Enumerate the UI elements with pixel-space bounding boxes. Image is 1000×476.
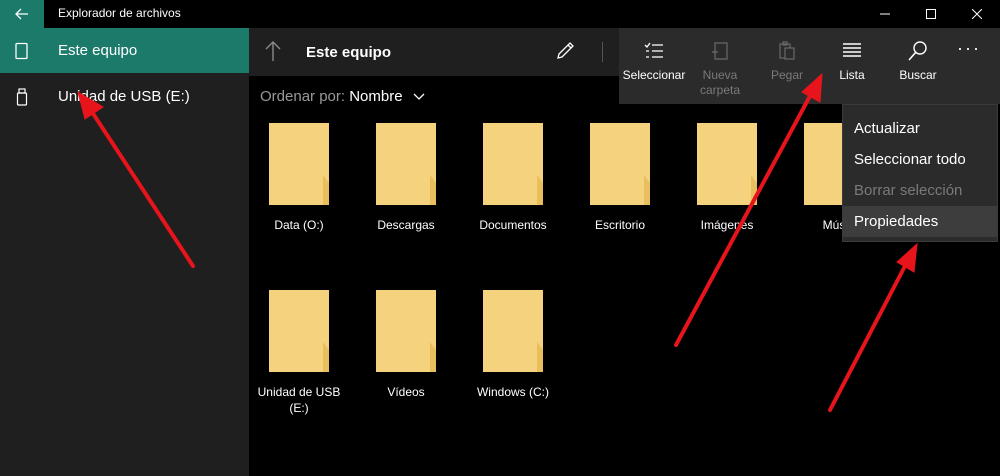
folder-icon — [483, 290, 543, 372]
sort-label: Ordenar por: — [260, 88, 346, 105]
rename-pencil-icon[interactable] — [554, 40, 576, 62]
close-button[interactable] — [954, 0, 1000, 28]
menu-item-actualizar[interactable]: Actualizar — [843, 113, 997, 144]
new-folder-label: Nueva carpeta — [699, 68, 741, 97]
more-options-button[interactable]: ··· — [937, 28, 1000, 104]
folder-name: Data (O:) — [274, 218, 324, 232]
device-icon — [15, 42, 28, 60]
folder-name: Descargas — [377, 218, 435, 232]
folder-icon — [697, 123, 757, 205]
folder-icon — [269, 123, 329, 205]
folder-tile[interactable]: Imágenes — [677, 123, 777, 273]
sidebar-item-usb[interactable]: Unidad de USB (E:) — [0, 74, 249, 119]
folder-name: Documentos — [479, 218, 547, 232]
paste-button[interactable]: Pegar — [752, 28, 822, 104]
more-dots-icon: ··· — [957, 38, 981, 58]
back-button[interactable] — [0, 0, 44, 28]
context-menu: Actualizar Seleccionar todo Borrar selec… — [842, 104, 998, 242]
folder-icon — [483, 123, 543, 205]
folder-icon — [376, 123, 436, 205]
sidebar-item-este-equipo[interactable]: Este equipo — [0, 28, 249, 73]
sidebar: Este equipo Unidad de USB (E:) — [0, 28, 249, 476]
folder-tile[interactable]: Vídeos — [356, 290, 456, 440]
list-view-button[interactable]: Lista — [817, 28, 887, 104]
back-arrow-icon — [15, 8, 28, 20]
minimize-icon — [880, 13, 890, 15]
folder-name: Windows (C:) — [476, 385, 549, 399]
select-checklist-icon — [644, 42, 663, 58]
folder-tile[interactable]: Windows (C:) — [463, 290, 563, 440]
folder-tile[interactable]: Unidad de USB (E:) — [249, 290, 349, 440]
folder-tile[interactable]: Descargas — [356, 123, 456, 273]
title-bar: Explorador de archivos — [0, 0, 1000, 28]
folder-icon — [269, 290, 329, 372]
main-pane: Este equipo Seleccionar Nueva carpeta Pe… — [249, 28, 1000, 476]
menu-item-seleccionar-todo[interactable]: Seleccionar todo — [843, 144, 997, 175]
app-title: Explorador de archivos — [58, 6, 181, 20]
list-view-label: Lista — [839, 68, 865, 82]
toolbar-separator — [602, 42, 603, 62]
sort-control[interactable]: Ordenar por: Nombre — [260, 88, 425, 105]
command-bar: Seleccionar Nueva carpeta Pegar Lista Bu… — [619, 28, 1000, 104]
usb-drive-icon — [16, 88, 28, 106]
minimize-button[interactable] — [862, 0, 908, 28]
maximize-button[interactable] — [908, 0, 954, 28]
menu-item-propiedades[interactable]: Propiedades — [843, 206, 997, 237]
breadcrumb[interactable]: Este equipo — [306, 44, 391, 61]
up-arrow-icon[interactable] — [263, 40, 283, 62]
new-folder-icon — [712, 42, 728, 60]
folder-tile[interactable]: Data (O:) — [249, 123, 349, 273]
folder-icon — [376, 290, 436, 372]
folder-tile[interactable]: Documentos — [463, 123, 563, 273]
new-folder-button[interactable]: Nueva carpeta — [685, 28, 755, 104]
folder-name: Escritorio — [594, 218, 645, 232]
close-icon — [972, 9, 982, 19]
select-button[interactable]: Seleccionar — [619, 28, 689, 104]
folder-name: Vídeos — [387, 385, 425, 399]
folder-name: Imágenes — [700, 218, 754, 232]
menu-item-borrar-seleccion[interactable]: Borrar selección — [843, 175, 997, 206]
sidebar-item-label: Unidad de USB (E:) — [58, 88, 190, 105]
paste-icon — [779, 41, 795, 60]
folder-icon — [590, 123, 650, 205]
list-view-icon — [843, 43, 861, 57]
search-icon — [908, 41, 927, 61]
paste-label: Pegar — [770, 68, 804, 82]
sidebar-item-label: Este equipo — [58, 42, 138, 59]
select-label: Seleccionar — [622, 68, 686, 82]
folder-name: Unidad de USB (E:) — [257, 385, 341, 415]
maximize-icon — [926, 9, 936, 19]
folder-tile[interactable]: Escritorio — [570, 123, 670, 273]
sort-value: Nombre — [349, 88, 403, 105]
chevron-down-icon — [413, 93, 425, 100]
